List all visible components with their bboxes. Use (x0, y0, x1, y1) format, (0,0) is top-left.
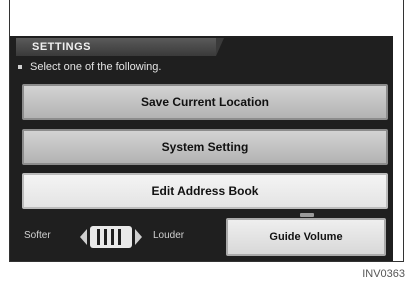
arrow-right-icon (135, 229, 142, 245)
volume-bar (118, 229, 121, 245)
instruction-text: Select one of the following. (18, 59, 388, 75)
guide-volume-button[interactable]: Guide Volume (226, 218, 386, 256)
instruction-label: Select one of the following. (30, 61, 162, 73)
volume-control-row: Softer Louder Guide Volume (10, 213, 393, 261)
system-setting-button[interactable]: System Setting (22, 129, 388, 165)
edit-address-book-button[interactable]: Edit Address Book (22, 173, 388, 209)
louder-label: Louder (153, 230, 185, 241)
save-current-location-button[interactable]: Save Current Location (22, 84, 388, 120)
volume-bar (97, 229, 100, 245)
nav-screen: SETTINGS Select one of the following. Sa… (10, 36, 393, 261)
screen-title: SETTINGS (16, 38, 224, 56)
volume-level-bars (90, 226, 132, 248)
figure-reference-code: INV0363 (362, 268, 405, 280)
arrow-left-icon (80, 229, 87, 245)
volume-bar (104, 229, 107, 245)
volume-slider[interactable] (80, 226, 142, 248)
softer-label: Softer (24, 230, 51, 241)
guide-volume-indicator (300, 213, 314, 217)
volume-bar (111, 229, 114, 245)
bullet-icon (18, 65, 22, 70)
